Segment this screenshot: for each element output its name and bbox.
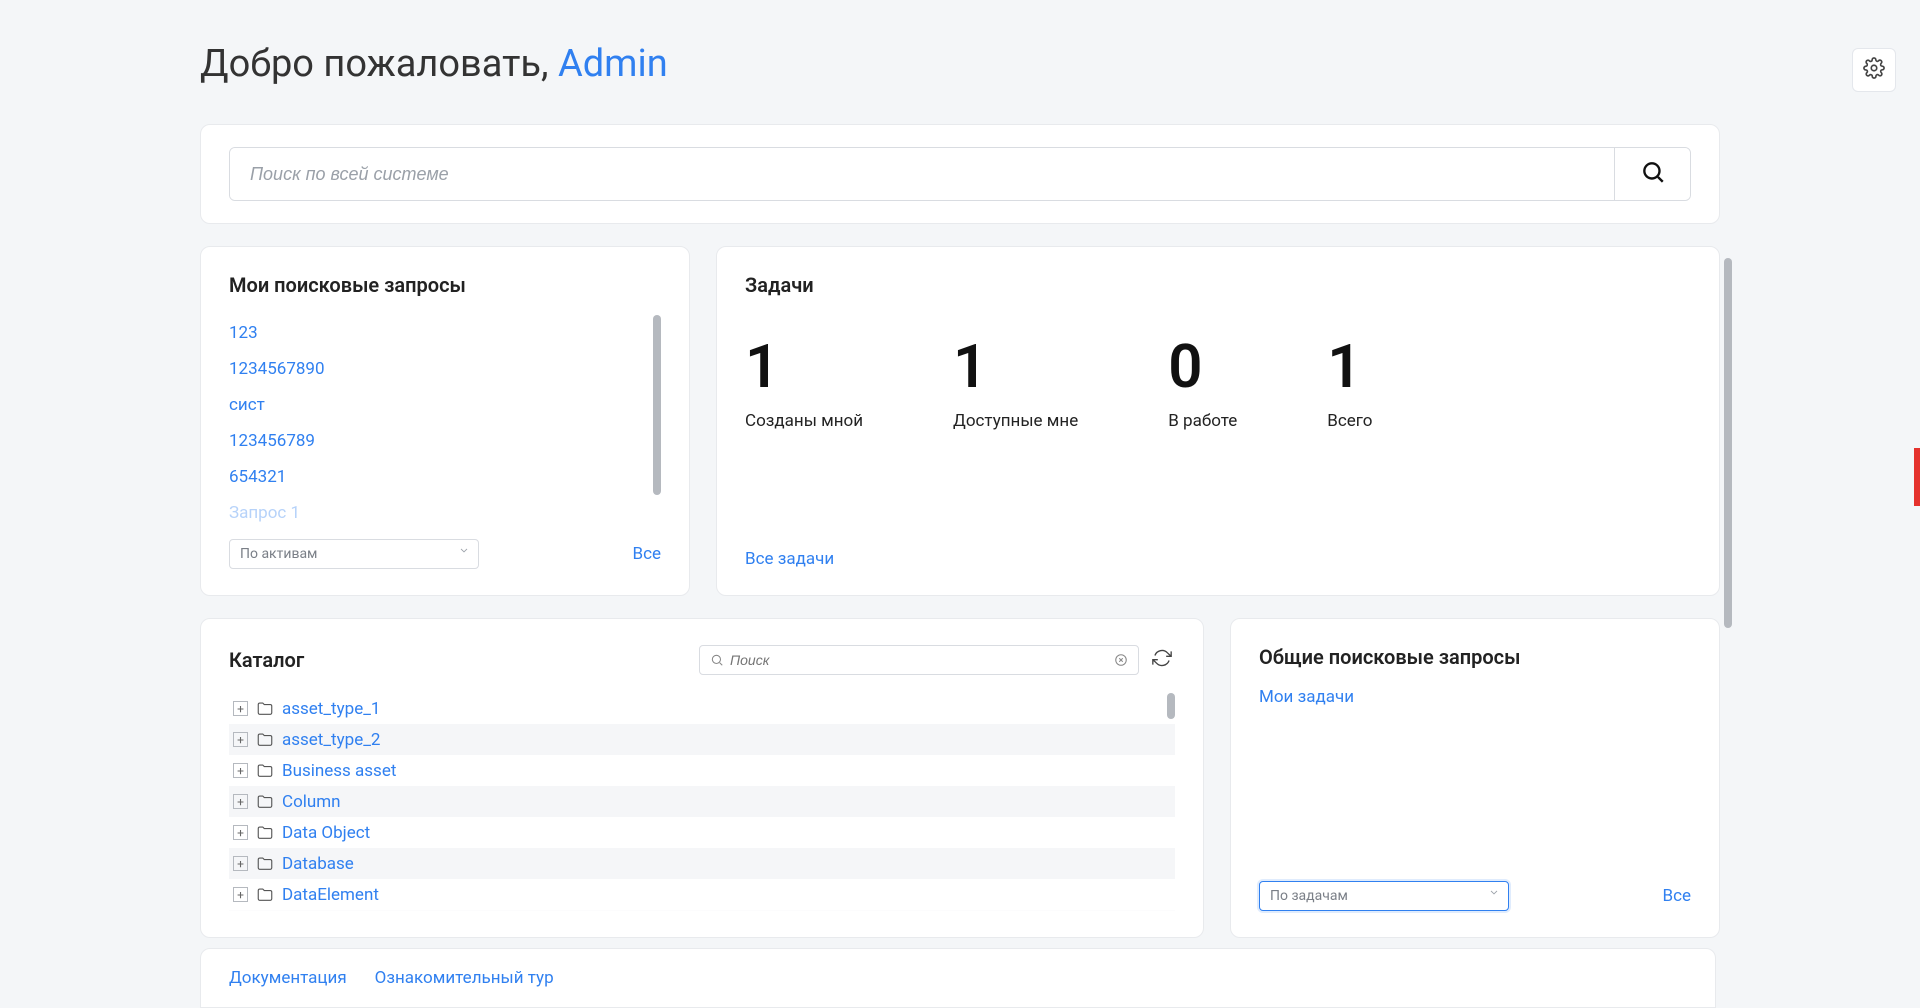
my-searches-title: Мои поисковые запросы xyxy=(229,273,661,297)
task-stat-available[interactable]: 1 Доступные мне xyxy=(953,337,1078,549)
catalog-card: Каталог + xyxy=(200,618,1204,938)
chevron-down-icon xyxy=(1488,886,1500,902)
tasks-card: Задачи 1 Созданы мной 1 Доступные мне 0 … xyxy=(716,246,1720,596)
tree-item-label[interactable]: DataElement xyxy=(282,885,379,905)
tree-item-label[interactable]: asset_type_1 xyxy=(282,699,380,719)
folder-icon xyxy=(256,731,274,749)
expand-icon[interactable]: + xyxy=(233,794,248,809)
my-searches-filter-select[interactable]: По активам xyxy=(229,539,479,569)
footer-link-documentation[interactable]: Документация xyxy=(229,968,347,988)
search-icon xyxy=(710,653,724,667)
my-searches-all-button[interactable]: Все xyxy=(632,544,661,564)
catalog-search-box[interactable] xyxy=(699,645,1139,675)
catalog-scrollbar[interactable] xyxy=(1167,693,1175,719)
tree-row[interactable]: + Column xyxy=(229,786,1175,817)
expand-icon[interactable]: + xyxy=(233,856,248,871)
refresh-icon xyxy=(1152,648,1172,672)
task-stat-label: Всего xyxy=(1327,411,1372,431)
tree-row[interactable]: + Database xyxy=(229,848,1175,879)
expand-icon[interactable]: + xyxy=(233,732,248,747)
edge-feedback-tab[interactable] xyxy=(1914,448,1920,506)
global-search-card xyxy=(200,124,1720,224)
task-stat-created[interactable]: 1 Созданы мной xyxy=(745,337,863,549)
expand-icon[interactable]: + xyxy=(233,701,248,716)
global-search-input[interactable] xyxy=(230,148,1614,200)
tree-item-label[interactable]: asset_type_2 xyxy=(282,730,380,750)
my-searches-scrollbar[interactable] xyxy=(653,315,661,495)
my-search-item[interactable]: 123456789 xyxy=(229,423,661,459)
task-stat-inprogress[interactable]: 0 В работе xyxy=(1168,337,1237,549)
my-search-item[interactable]: 1234567890 xyxy=(229,351,661,387)
tree-item-label[interactable]: Data Object xyxy=(282,823,370,843)
catalog-tree: + asset_type_1 + asset_type_2 + Business… xyxy=(229,693,1175,911)
folder-icon xyxy=(256,762,274,780)
shared-searches-card: Общие поисковые запросы Мои задачи По за… xyxy=(1230,618,1720,938)
my-searches-card: Мои поисковые запросы 123 1234567890 сис… xyxy=(200,246,690,596)
my-search-item[interactable]: Запрос 1 xyxy=(229,495,661,525)
task-stat-value: 0 xyxy=(1168,337,1237,397)
task-stat-total[interactable]: 1 Всего xyxy=(1327,337,1372,549)
welcome-username: Admin xyxy=(558,42,668,86)
tree-row[interactable]: + DataElement xyxy=(229,879,1175,910)
tree-row[interactable]: + asset_type_2 xyxy=(229,724,1175,755)
tree-row[interactable]: + Data Object xyxy=(229,817,1175,848)
task-stat-label: Созданы мной xyxy=(745,411,863,431)
tasks-all-button[interactable]: Все задачи xyxy=(745,549,834,569)
shared-searches-title: Общие поисковые запросы xyxy=(1259,645,1691,669)
welcome-prefix: Добро пожаловать, xyxy=(200,42,558,86)
task-stat-value: 1 xyxy=(1327,337,1372,397)
folder-icon xyxy=(256,793,274,811)
global-search-button[interactable] xyxy=(1614,148,1690,200)
task-stat-value: 1 xyxy=(745,337,863,397)
my-search-item[interactable]: 654321 xyxy=(229,459,661,495)
shared-all-button[interactable]: Все xyxy=(1662,886,1691,906)
folder-icon xyxy=(256,886,274,904)
tasks-title: Задачи xyxy=(745,273,1691,297)
catalog-search-input[interactable] xyxy=(730,652,1114,668)
task-stat-label: Доступные мне xyxy=(953,411,1078,431)
page-scrollbar[interactable] xyxy=(1724,258,1732,628)
my-search-item[interactable]: 123 xyxy=(229,315,661,351)
select-value: По активам xyxy=(240,546,317,562)
folder-icon xyxy=(256,700,274,718)
select-value: По задачам xyxy=(1270,888,1348,904)
footer-link-tour[interactable]: Ознакомительный тур xyxy=(375,968,554,988)
tree-row[interactable]: + asset_type_1 xyxy=(229,693,1175,724)
task-stat-value: 1 xyxy=(953,337,1078,397)
settings-button[interactable] xyxy=(1852,48,1896,92)
catalog-refresh-button[interactable] xyxy=(1149,647,1175,673)
catalog-title: Каталог xyxy=(229,648,304,672)
page-title: Добро пожаловать, Admin xyxy=(200,42,668,86)
tree-item-label[interactable]: Column xyxy=(282,792,341,812)
shared-searches-list: Мои задачи xyxy=(1259,687,1691,881)
shared-search-item[interactable]: Мои задачи xyxy=(1259,687,1354,707)
clear-icon[interactable] xyxy=(1114,653,1128,667)
tree-row[interactable]: + DG5528 xyxy=(229,910,1175,911)
footer-bar: Документация Ознакомительный тур xyxy=(200,948,1716,1008)
expand-icon[interactable]: + xyxy=(233,825,248,840)
tree-item-label[interactable]: Database xyxy=(282,854,354,874)
my-search-item[interactable]: сист xyxy=(229,387,661,423)
expand-icon[interactable]: + xyxy=(233,763,248,778)
folder-icon xyxy=(256,855,274,873)
gear-icon xyxy=(1863,57,1885,83)
task-stat-label: В работе xyxy=(1168,411,1237,431)
shared-filter-select[interactable]: По задачам xyxy=(1259,881,1509,911)
folder-icon xyxy=(256,824,274,842)
tree-row[interactable]: + Business asset xyxy=(229,755,1175,786)
tree-item-label[interactable]: Business asset xyxy=(282,761,396,781)
my-searches-list: 123 1234567890 сист 123456789 654321 Зап… xyxy=(229,315,661,525)
search-icon xyxy=(1640,159,1666,189)
chevron-down-icon xyxy=(458,544,470,560)
expand-icon[interactable]: + xyxy=(233,887,248,902)
